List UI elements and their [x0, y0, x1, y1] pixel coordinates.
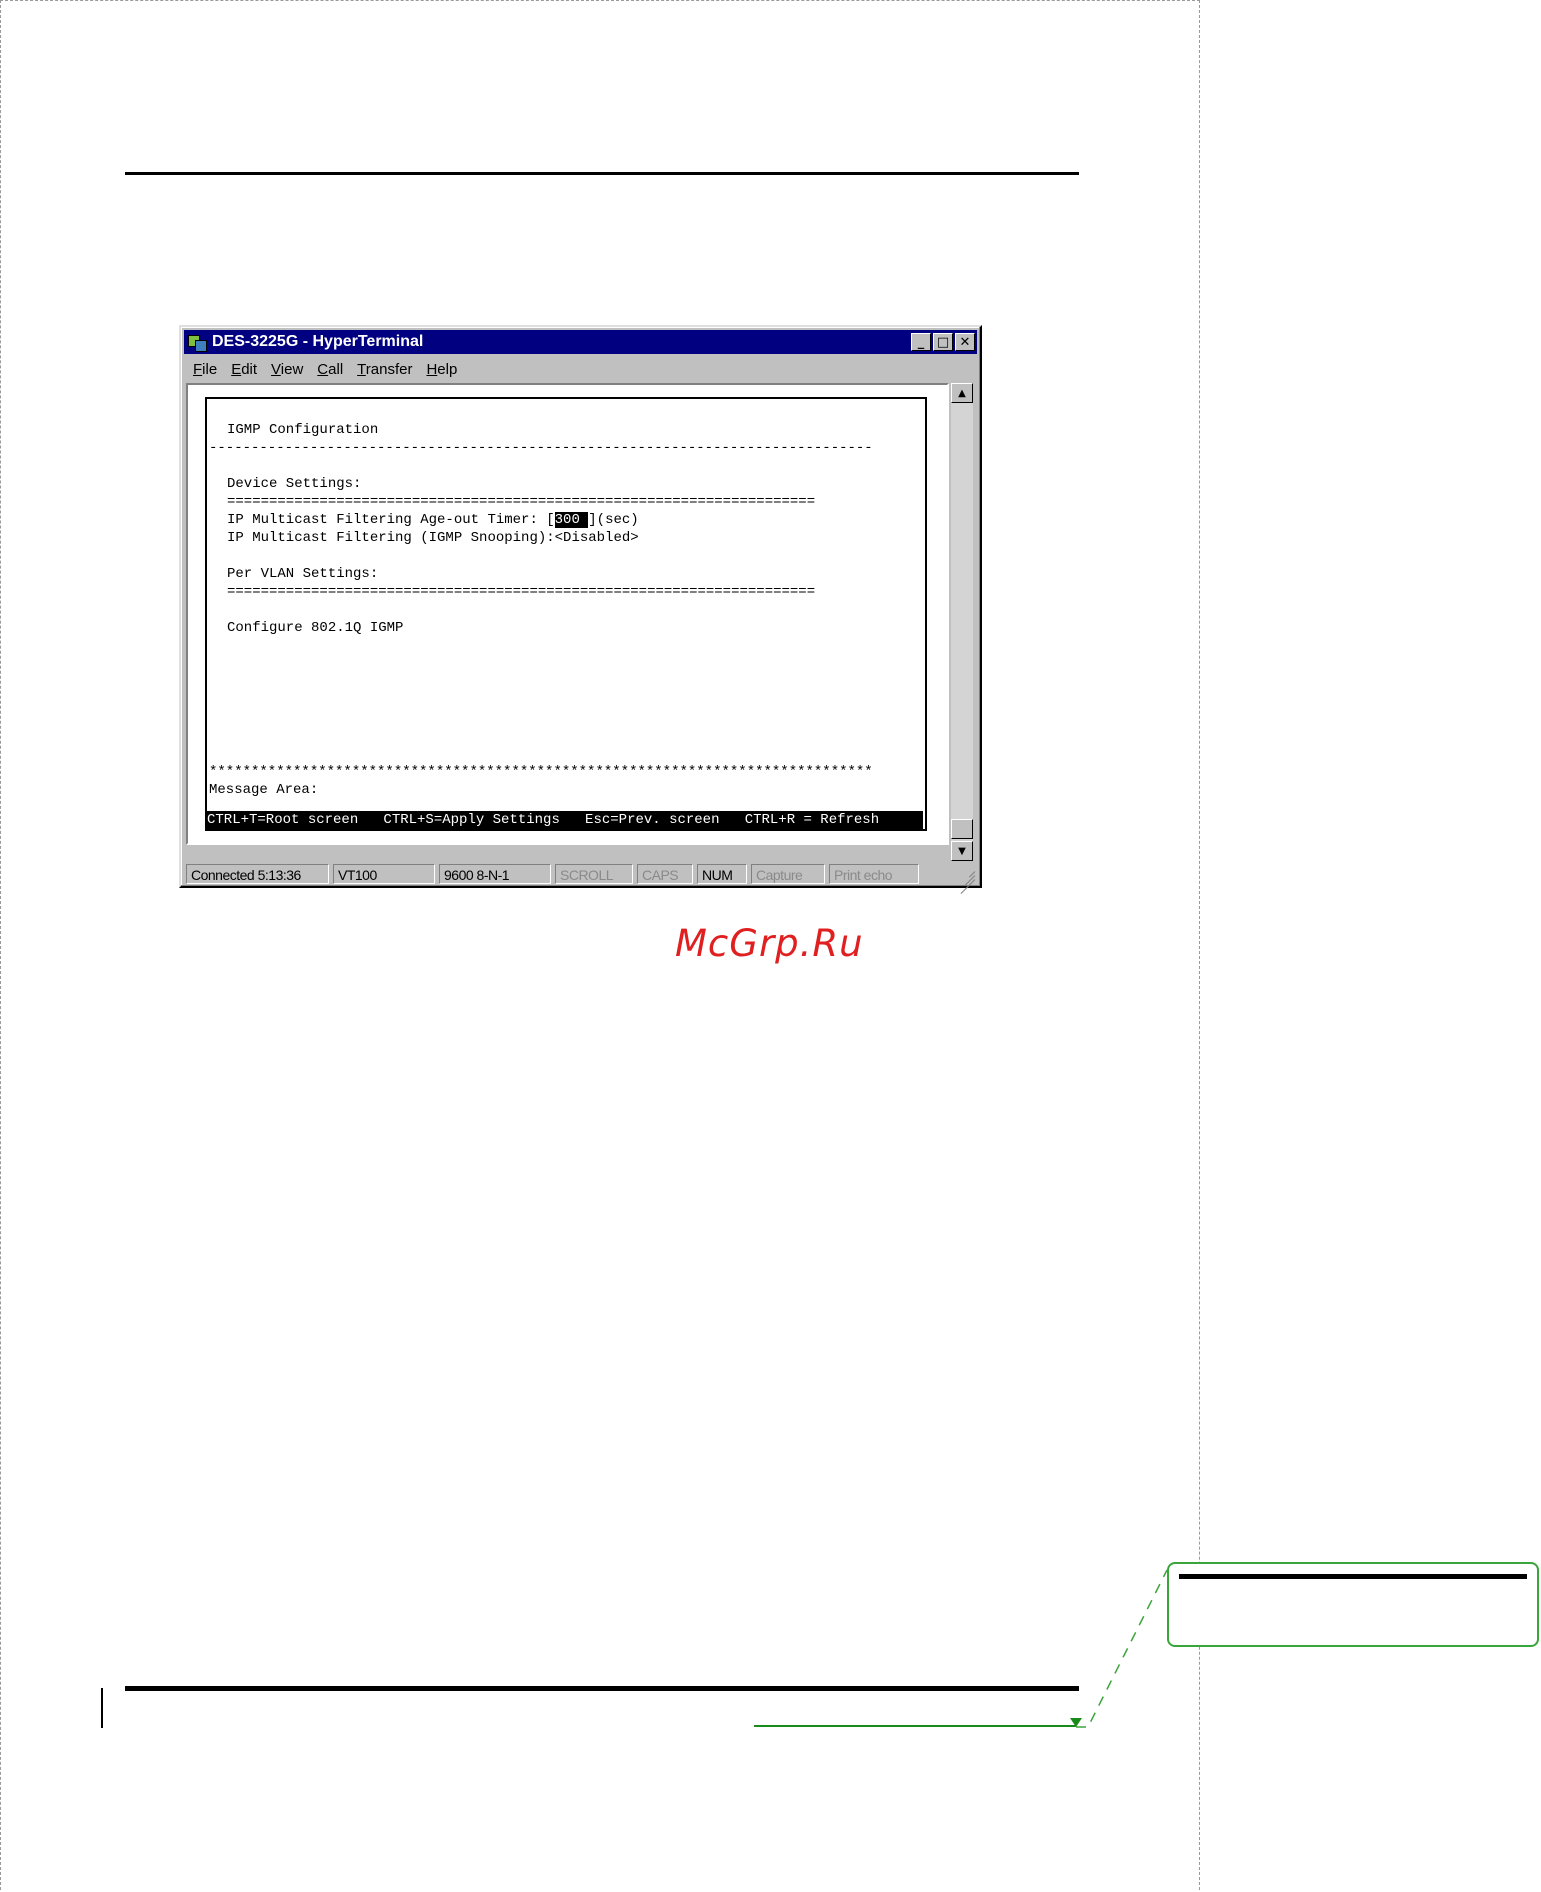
status-caps: CAPS — [637, 864, 693, 884]
hyperterminal-window[interactable]: DES-3225G - HyperTerminal _ □ ✕ File Edi… — [179, 325, 982, 894]
terminal-area[interactable]: IGMP Configuration ---------------------… — [186, 383, 949, 845]
age-out-timer-input[interactable]: 300 — [554, 512, 589, 528]
scroll-thumb[interactable] — [951, 819, 973, 839]
scroll-up-icon[interactable]: ▲ — [951, 383, 973, 403]
hyperterminal-app-icon — [188, 333, 207, 352]
age-out-timer-row: IP Multicast Filtering Age-out Timer: [3… — [227, 511, 639, 529]
window-title: DES-3225G - HyperTerminal — [212, 333, 424, 350]
status-bar: Connected 5:13:36 VT100 9600 8-N-1 SCROL… — [186, 863, 976, 894]
age-out-timer-unit: ](sec) — [588, 512, 639, 528]
footer-rule — [125, 1686, 1079, 1691]
screen-heading: IGMP Configuration — [227, 422, 379, 438]
menu-transfer[interactable]: Transfer — [350, 361, 419, 378]
menu-call[interactable]: Call — [310, 361, 350, 378]
per-vlan-settings-label: Per VLAN Settings: — [227, 566, 379, 582]
note-anchor-line — [754, 1725, 1076, 1727]
menu-edit[interactable]: Edit — [224, 361, 264, 378]
menu-view[interactable]: View — [264, 361, 310, 378]
footer-tick — [101, 1688, 103, 1728]
device-settings-divider: ========================================… — [227, 494, 816, 510]
menu-bar: File Edit View Call Transfer Help — [186, 357, 975, 381]
igmp-snooping-toggle[interactable]: IP Multicast Filtering (IGMP Snooping):<… — [227, 529, 639, 547]
comment-callout-bar — [1179, 1574, 1527, 1579]
device-settings-label: Device Settings: — [227, 476, 362, 492]
menu-file[interactable]: File — [186, 361, 224, 378]
age-out-timer-label: IP Multicast Filtering Age-out Timer: [ — [227, 512, 555, 528]
watermark-text: McGrp.Ru — [675, 922, 864, 965]
header-rule — [125, 172, 1079, 175]
status-print-echo: Print echo — [829, 864, 919, 884]
menu-help[interactable]: Help — [419, 361, 464, 378]
page-border — [0, 0, 1200, 1890]
comment-callout-box[interactable] — [1167, 1562, 1539, 1647]
title-bar[interactable]: DES-3225G - HyperTerminal _ □ ✕ — [184, 330, 977, 354]
close-button[interactable]: ✕ — [955, 333, 975, 351]
status-capture: Capture — [751, 864, 825, 884]
terminal-screen[interactable]: IGMP Configuration ---------------------… — [205, 397, 927, 831]
per-vlan-divider: ========================================… — [227, 584, 816, 600]
resize-grip-icon[interactable] — [957, 865, 976, 894]
status-connected: Connected 5:13:36 — [186, 864, 329, 884]
key-help-line: CTRL+T=Root screen CTRL+S=Apply Settings… — [207, 811, 923, 829]
status-port-settings: 9600 8-N-1 — [439, 864, 551, 884]
status-scroll: SCROLL — [555, 864, 633, 884]
scroll-down-icon[interactable]: ▼ — [951, 841, 973, 861]
configure-igmp-option[interactable]: Configure 802.1Q IGMP — [227, 619, 403, 637]
maximize-button[interactable]: □ — [933, 333, 953, 351]
message-area-label: Message Area: — [209, 782, 319, 798]
note-anchor-arrow-icon — [1070, 1718, 1082, 1727]
dash-divider: ----------------------------------------… — [209, 440, 873, 456]
minimize-button[interactable]: _ — [911, 333, 931, 351]
status-num: NUM — [697, 864, 747, 884]
status-emulation: VT100 — [333, 864, 435, 884]
vertical-scrollbar[interactable]: ▲ ▼ — [951, 383, 973, 861]
star-divider: ****************************************… — [209, 764, 873, 780]
